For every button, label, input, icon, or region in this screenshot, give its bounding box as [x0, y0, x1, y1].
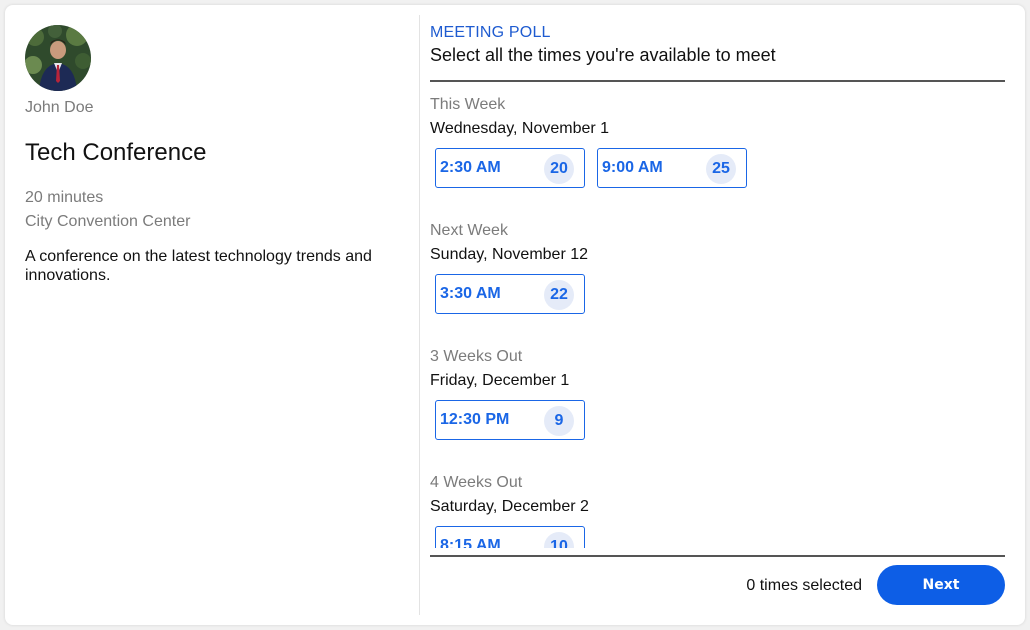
event-title: Tech Conference: [25, 139, 207, 166]
week-group-label: 4 Weeks Out: [430, 474, 523, 491]
event-description: A conference on the latest technology tr…: [25, 248, 372, 284]
slot-vote-count: 22: [544, 280, 574, 310]
time-slot-list[interactable]: This Week Wednesday, November 1 2:30 AM …: [430, 82, 1005, 548]
poll-label: MEETING POLL: [430, 24, 551, 41]
event-duration: 20 minutes: [25, 189, 104, 206]
slot-vote-count: 20: [544, 154, 574, 184]
slot-time: 3:30 AM: [440, 285, 501, 302]
selected-count: 0 times selected: [746, 577, 862, 594]
slot-vote-count: 9: [544, 406, 574, 436]
time-slot[interactable]: 12:30 PM 9: [435, 400, 585, 440]
slot-vote-count: 10: [544, 532, 574, 548]
meeting-poll-card: John Doe Tech Conference 20 minutes City…: [5, 5, 1025, 625]
poll-panel: MEETING POLL Select all the times you're…: [430, 5, 1005, 625]
date-label: Wednesday, November 1: [430, 120, 610, 137]
slot-time: 9:00 AM: [602, 159, 663, 176]
host-name: John Doe: [25, 99, 94, 116]
slot-time: 8:15 AM: [440, 537, 501, 548]
date-label: Friday, December 1: [430, 372, 570, 389]
event-details-panel: John Doe Tech Conference 20 minutes City…: [5, 5, 419, 625]
slot-time: 12:30 PM: [440, 411, 510, 428]
footer-divider: [430, 555, 1005, 557]
slot-time: 2:30 AM: [440, 159, 501, 176]
slot-vote-count: 25: [706, 154, 736, 184]
time-slot[interactable]: 9:00 AM 25: [597, 148, 747, 188]
time-slot[interactable]: 8:15 AM 10: [435, 526, 585, 548]
next-button[interactable]: Next: [877, 565, 1005, 605]
date-label: Saturday, December 2: [430, 498, 589, 515]
panel-divider: [419, 15, 420, 615]
event-location: City Convention Center: [25, 213, 191, 230]
date-label: Sunday, November 12: [430, 246, 589, 263]
time-slot[interactable]: 2:30 AM 20: [435, 148, 585, 188]
host-avatar: [25, 25, 91, 91]
week-group-label: Next Week: [430, 222, 508, 239]
time-slot[interactable]: 3:30 AM 22: [435, 274, 585, 314]
week-group-label: 3 Weeks Out: [430, 348, 523, 365]
poll-instruction: Select all the times you're available to…: [430, 45, 776, 65]
week-group-label: This Week: [430, 96, 506, 113]
